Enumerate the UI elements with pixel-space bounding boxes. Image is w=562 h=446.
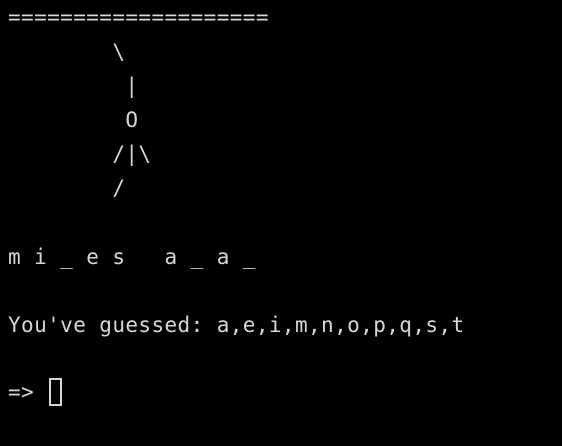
terminal-window: ==================== \ | O /|\ / m i _ e… [0,0,562,446]
word-display: m i _ e s a _ a _ [8,245,256,269]
gallows-row-rope: \ [8,40,126,64]
gallows-top-bar: ==================== [8,5,269,29]
gallows-row-neck: | [8,74,139,98]
prompt-symbol: => [8,380,48,404]
gallows-row-body: /|\ [8,142,152,166]
block-cursor-icon [49,378,63,406]
gallows-row-head: O [8,108,139,132]
guessed-letters: You've guessed: a,e,i,m,n,o,p,q,s,t [8,313,465,337]
input-prompt-row[interactable]: => [8,376,63,408]
gallows-row-legs: / [8,176,126,200]
